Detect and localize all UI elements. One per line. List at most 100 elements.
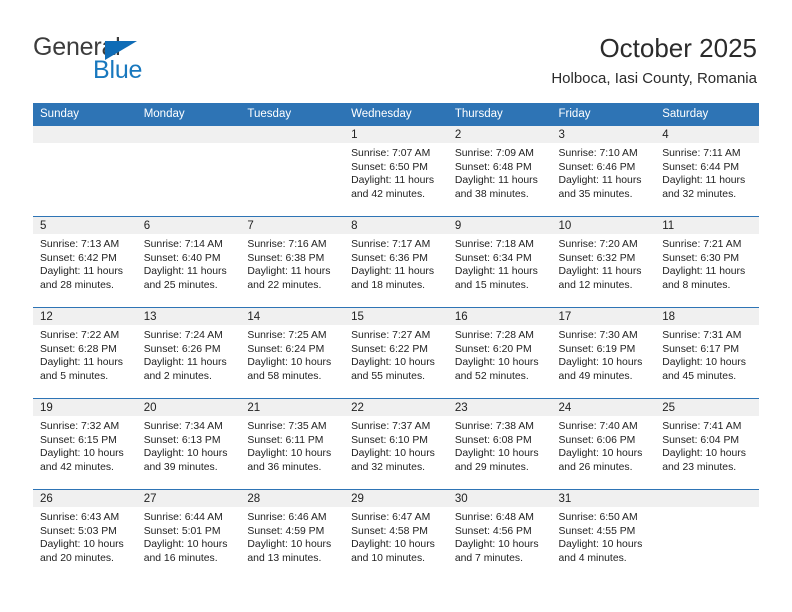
calendar-day-cell[interactable]: 29 Sunrise: 6:47 AM Sunset: 4:58 PM Dayligh… <box>344 489 448 580</box>
daylight-text-line1: Daylight: 10 hours <box>351 539 435 551</box>
daylight-text-line1: Daylight: 10 hours <box>351 448 435 460</box>
daylight-text-line2: and 15 minutes. <box>454 279 529 291</box>
title-block: October 2025 Holboca, Iasi County, Roman… <box>551 32 757 88</box>
sunrise-text: Sunrise: 6:46 AM <box>247 512 327 523</box>
sunset-text: Sunset: 6:11 PM <box>247 434 324 446</box>
day-details: Sunrise: 7:21 AM Sunset: 6:30 PM Daylight:… <box>655 234 759 292</box>
daylight-text-line1: Daylight: 10 hours <box>40 539 124 551</box>
day-cell-inner: 31 Sunrise: 6:50 AM Sunset: 4:55 PM Dayligh… <box>551 490 656 580</box>
daylight-text-line1: Daylight: 11 hours <box>351 266 435 278</box>
day-number: 2 <box>447 126 552 143</box>
calendar-day-cell[interactable]: 18 Sunrise: 7:31 AM Sunset: 6:17 PM Dayligh… <box>655 307 759 399</box>
calendar-day-cell[interactable]: 6 Sunrise: 7:14 AM Sunset: 6:40 PM Daylight… <box>136 216 241 308</box>
day-cell-inner: 28 Sunrise: 6:46 AM Sunset: 4:59 PM Dayligh… <box>240 490 345 580</box>
day-number: 5 <box>33 217 137 234</box>
day-details: Sunrise: 7:09 AM Sunset: 6:48 PM Daylight:… <box>448 143 552 201</box>
day-details: Sunrise: 6:43 AM Sunset: 5:03 PM Daylight:… <box>33 507 137 565</box>
calendar-day-cell[interactable]: 9 Sunrise: 7:18 AM Sunset: 6:34 PM Daylight… <box>447 216 552 308</box>
calendar-day-cell[interactable]: 7 Sunrise: 7:16 AM Sunset: 6:38 PM Daylight… <box>240 216 345 308</box>
day-number: 17 <box>551 308 656 325</box>
calendar-day-cell[interactable]: 5 Sunrise: 7:13 AM Sunset: 6:42 PM Daylight… <box>33 216 137 308</box>
general-blue-logo[interactable]: General Blue <box>33 34 213 86</box>
sunset-text: Sunset: 6:46 PM <box>558 161 636 173</box>
day-details: Sunrise: 7:25 AM Sunset: 6:24 PM Daylight:… <box>240 325 344 383</box>
sunrise-text: Sunrise: 7:09 AM <box>454 148 534 159</box>
day-details: Sunrise: 6:48 AM Sunset: 4:56 PM Daylight:… <box>448 507 552 565</box>
calendar-day-cell[interactable]: 1 Sunrise: 7:07 AM Sunset: 6:50 PM Daylight… <box>344 126 448 217</box>
day-number <box>655 490 759 507</box>
calendar-day-cell <box>240 126 345 217</box>
calendar-day-cell[interactable]: 14 Sunrise: 7:25 AM Sunset: 6:24 PM Dayligh… <box>240 307 345 399</box>
daylight-text-line1: Daylight: 10 hours <box>247 448 332 460</box>
weekday-header-friday: Friday <box>551 103 656 126</box>
calendar-week-row: 12 Sunrise: 7:22 AM Sunset: 6:28 PM Dayligh… <box>33 307 759 399</box>
sunrise-text: Sunrise: 7:10 AM <box>558 148 638 159</box>
sunrise-text: Sunrise: 7:28 AM <box>454 330 534 341</box>
day-details: Sunrise: 7:41 AM Sunset: 6:04 PM Daylight:… <box>655 416 759 474</box>
day-number: 21 <box>240 399 345 416</box>
daylight-text-line2: and 49 minutes. <box>558 370 633 382</box>
sunset-text: Sunset: 6:30 PM <box>662 252 740 264</box>
sunset-text: Sunset: 6:19 PM <box>558 343 636 355</box>
day-cell-inner <box>136 126 241 216</box>
calendar-day-cell[interactable]: 31 Sunrise: 6:50 AM Sunset: 4:55 PM Dayligh… <box>551 489 656 580</box>
daylight-text-line2: and 52 minutes. <box>454 370 529 382</box>
calendar-day-cell[interactable]: 8 Sunrise: 7:17 AM Sunset: 6:36 PM Daylight… <box>344 216 448 308</box>
sunset-text: Sunset: 6:04 PM <box>662 434 740 446</box>
calendar-day-cell[interactable]: 23 Sunrise: 7:38 AM Sunset: 6:08 PM Dayligh… <box>447 398 552 490</box>
calendar-day-cell[interactable]: 4 Sunrise: 7:11 AM Sunset: 6:44 PM Daylight… <box>655 126 759 217</box>
calendar-day-cell[interactable]: 11 Sunrise: 7:21 AM Sunset: 6:30 PM Dayligh… <box>655 216 759 308</box>
sunset-text: Sunset: 6:48 PM <box>454 161 532 173</box>
weekday-header-tuesday: Tuesday <box>240 103 345 126</box>
calendar-day-cell[interactable]: 20 Sunrise: 7:34 AM Sunset: 6:13 PM Dayligh… <box>136 398 241 490</box>
daylight-text-line1: Daylight: 11 hours <box>351 175 435 187</box>
day-cell-inner: 13 Sunrise: 7:24 AM Sunset: 6:26 PM Dayligh… <box>136 308 241 398</box>
calendar-day-cell[interactable]: 2 Sunrise: 7:09 AM Sunset: 6:48 PM Daylight… <box>447 126 552 217</box>
day-cell-inner: 5 Sunrise: 7:13 AM Sunset: 6:42 PM Daylight… <box>33 217 137 307</box>
calendar-day-cell[interactable]: 24 Sunrise: 7:40 AM Sunset: 6:06 PM Dayligh… <box>551 398 656 490</box>
calendar-day-cell[interactable]: 15 Sunrise: 7:27 AM Sunset: 6:22 PM Dayligh… <box>344 307 448 399</box>
day-cell-inner: 20 Sunrise: 7:34 AM Sunset: 6:13 PM Dayligh… <box>136 399 241 489</box>
sunset-text: Sunset: 6:50 PM <box>351 161 428 173</box>
daylight-text-line2: and 12 minutes. <box>558 279 633 291</box>
calendar-day-cell[interactable]: 25 Sunrise: 7:41 AM Sunset: 6:04 PM Dayligh… <box>655 398 759 490</box>
day-details: Sunrise: 7:16 AM Sunset: 6:38 PM Daylight:… <box>240 234 344 292</box>
page-subtitle: Holboca, Iasi County, Romania <box>551 70 757 87</box>
day-details: Sunrise: 7:38 AM Sunset: 6:08 PM Daylight:… <box>448 416 552 474</box>
daylight-text-line2: and 10 minutes. <box>351 552 426 564</box>
sunrise-text: Sunrise: 7:34 AM <box>143 421 223 432</box>
daylight-text-line1: Daylight: 10 hours <box>558 357 643 369</box>
day-details: Sunrise: 7:28 AM Sunset: 6:20 PM Daylight:… <box>448 325 552 383</box>
calendar-day-cell[interactable]: 19 Sunrise: 7:32 AM Sunset: 6:15 PM Dayligh… <box>33 398 137 490</box>
day-cell-inner: 9 Sunrise: 7:18 AM Sunset: 6:34 PM Daylight… <box>447 217 552 307</box>
calendar-day-cell[interactable]: 30 Sunrise: 6:48 AM Sunset: 4:56 PM Dayligh… <box>447 489 552 580</box>
day-cell-inner: 15 Sunrise: 7:27 AM Sunset: 6:22 PM Dayligh… <box>344 308 448 398</box>
daylight-text-line1: Daylight: 11 hours <box>558 266 642 278</box>
calendar-day-cell[interactable]: 16 Sunrise: 7:28 AM Sunset: 6:20 PM Dayligh… <box>447 307 552 399</box>
calendar-day-cell[interactable]: 27 Sunrise: 6:44 AM Sunset: 5:01 PM Dayligh… <box>136 489 241 580</box>
calendar-day-cell[interactable]: 22 Sunrise: 7:37 AM Sunset: 6:10 PM Dayligh… <box>344 398 448 490</box>
daylight-text-line2: and 16 minutes. <box>143 552 218 564</box>
day-cell-inner: 14 Sunrise: 7:25 AM Sunset: 6:24 PM Dayligh… <box>240 308 345 398</box>
calendar-day-cell[interactable]: 17 Sunrise: 7:30 AM Sunset: 6:19 PM Dayligh… <box>551 307 656 399</box>
calendar-day-cell[interactable]: 12 Sunrise: 7:22 AM Sunset: 6:28 PM Dayligh… <box>33 307 137 399</box>
day-details: Sunrise: 7:13 AM Sunset: 6:42 PM Daylight:… <box>33 234 137 292</box>
calendar-day-cell[interactable]: 13 Sunrise: 7:24 AM Sunset: 6:26 PM Dayligh… <box>136 307 241 399</box>
calendar-day-cell[interactable]: 3 Sunrise: 7:10 AM Sunset: 6:46 PM Daylight… <box>551 126 656 217</box>
sunrise-text: Sunrise: 7:22 AM <box>40 330 120 341</box>
day-cell-inner: 18 Sunrise: 7:31 AM Sunset: 6:17 PM Dayligh… <box>655 308 759 398</box>
day-details: Sunrise: 7:20 AM Sunset: 6:32 PM Daylight:… <box>552 234 656 292</box>
daylight-text-line2: and 36 minutes. <box>247 461 322 473</box>
day-number: 30 <box>447 490 552 507</box>
page-title: October 2025 <box>599 33 757 63</box>
day-cell-inner: 21 Sunrise: 7:35 AM Sunset: 6:11 PM Dayligh… <box>240 399 345 489</box>
sunset-text: Sunset: 6:36 PM <box>351 252 428 264</box>
calendar-day-cell[interactable]: 28 Sunrise: 6:46 AM Sunset: 4:59 PM Dayligh… <box>240 489 345 580</box>
day-number: 8 <box>344 217 448 234</box>
calendar-day-cell[interactable]: 26 Sunrise: 6:43 AM Sunset: 5:03 PM Dayligh… <box>33 489 137 580</box>
day-number: 28 <box>240 490 345 507</box>
calendar-day-cell[interactable]: 21 Sunrise: 7:35 AM Sunset: 6:11 PM Dayligh… <box>240 398 345 490</box>
daylight-text-line1: Daylight: 11 hours <box>662 175 746 187</box>
calendar-day-cell[interactable]: 10 Sunrise: 7:20 AM Sunset: 6:32 PM Dayligh… <box>551 216 656 308</box>
sunset-text: Sunset: 4:58 PM <box>351 525 428 537</box>
